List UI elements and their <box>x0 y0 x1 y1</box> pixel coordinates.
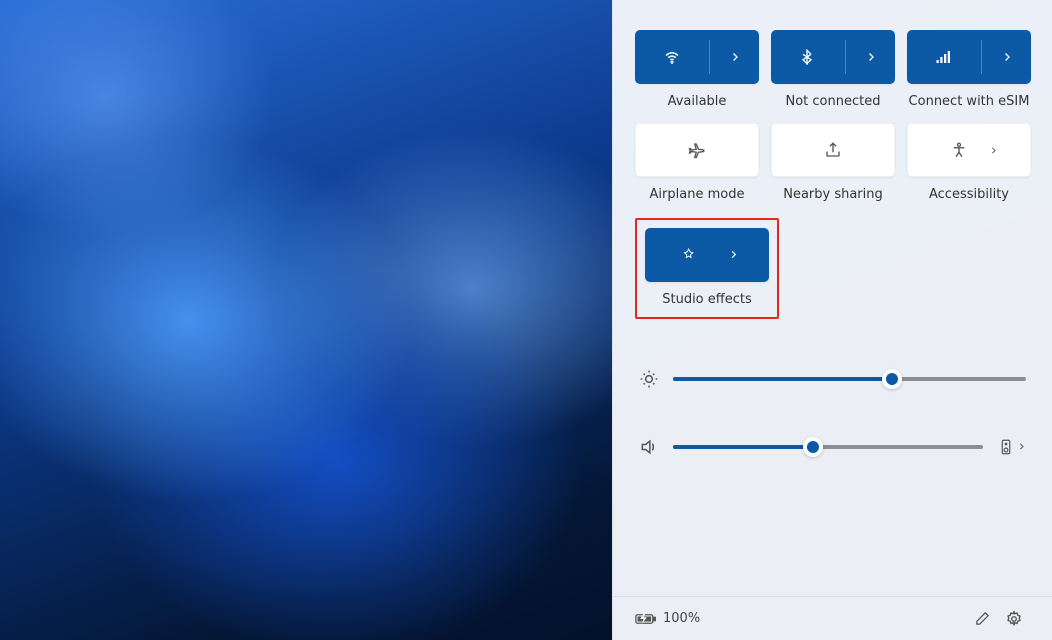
cellular-label: Connect with eSIM <box>909 94 1030 111</box>
signal-bars-icon <box>935 48 953 66</box>
airplane-label: Airplane mode <box>650 187 745 204</box>
bluetooth-icon <box>799 49 815 65</box>
audio-output-button[interactable] <box>997 438 1026 456</box>
brightness-icon <box>639 369 659 389</box>
bluetooth-tile[interactable] <box>771 30 895 84</box>
brightness-slider-row <box>635 369 1030 389</box>
studio-effects-highlight: Studio effects <box>635 218 1030 319</box>
chevron-right-icon <box>728 249 739 260</box>
airplane-icon <box>688 141 706 159</box>
wifi-label: Available <box>668 94 727 111</box>
brightness-thumb[interactable] <box>882 369 902 389</box>
nearby-sharing-tile[interactable] <box>771 123 895 177</box>
volume-slider-row <box>635 437 1030 457</box>
wifi-icon <box>663 48 681 66</box>
studio-effects-label: Studio effects <box>662 292 752 309</box>
settings-button[interactable] <box>998 603 1030 635</box>
wifi-tile[interactable] <box>635 30 759 84</box>
share-icon <box>824 141 842 159</box>
volume-thumb[interactable] <box>803 437 823 457</box>
studio-effects-icon <box>683 247 699 263</box>
brightness-slider[interactable] <box>673 377 1026 381</box>
quick-settings-panel: Available Not connected <box>612 0 1052 640</box>
studio-effects-tile[interactable] <box>645 228 769 282</box>
edit-button[interactable] <box>966 603 998 635</box>
accessibility-tile[interactable] <box>907 123 1031 177</box>
volume-icon <box>639 437 659 457</box>
accessibility-label: Accessibility <box>929 187 1009 204</box>
cellular-tile[interactable] <box>907 30 1031 84</box>
chevron-right-icon <box>865 51 877 63</box>
chevron-right-icon <box>989 146 998 155</box>
nearby-label: Nearby sharing <box>783 187 883 204</box>
accessibility-icon <box>950 141 968 159</box>
battery-text: 100% <box>663 611 700 626</box>
bluetooth-label: Not connected <box>786 94 881 111</box>
airplane-tile[interactable] <box>635 123 759 177</box>
chevron-right-icon <box>1001 51 1013 63</box>
panel-footer: 100% <box>613 596 1052 640</box>
chevron-right-icon <box>729 51 741 63</box>
quick-tiles-grid: Available Not connected <box>635 30 1030 204</box>
battery-icon <box>635 612 657 626</box>
volume-slider[interactable] <box>673 445 983 449</box>
